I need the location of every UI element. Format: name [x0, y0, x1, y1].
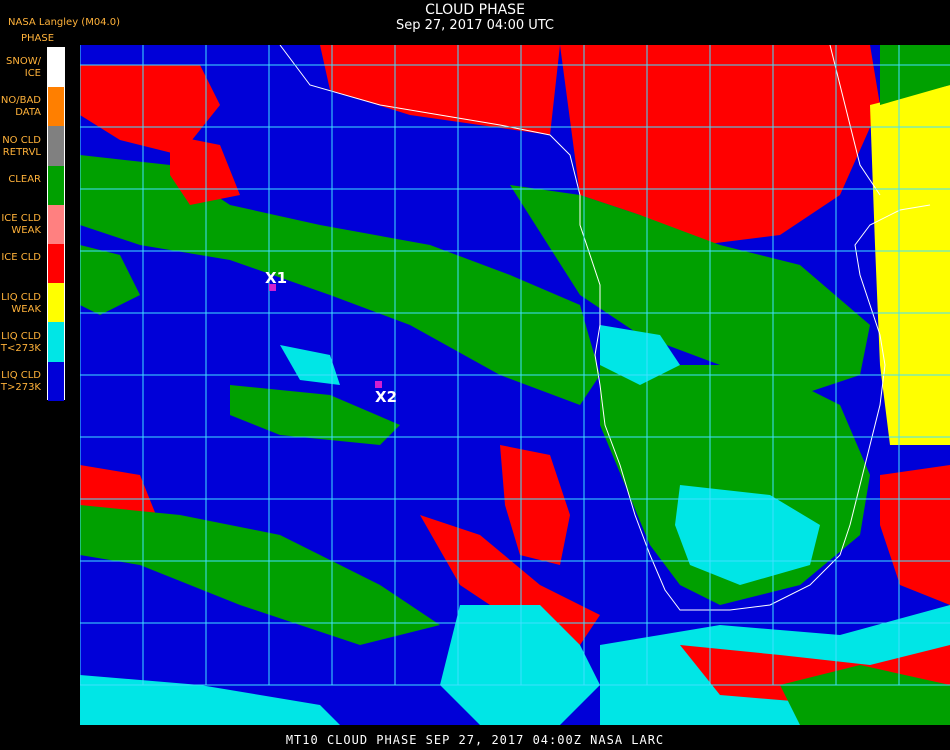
- cloud-region: [80, 675, 340, 725]
- legend-line1: CLEAR: [8, 173, 41, 185]
- marker-x1-point: [269, 284, 276, 291]
- legend-swatch: [48, 243, 64, 284]
- legend-color-bar: [47, 47, 65, 401]
- legend-line2: RETRVL: [2, 146, 41, 158]
- legend-line1: NO CLD: [2, 134, 41, 146]
- cloud-region: [80, 245, 140, 315]
- image-footer: MT10 CLOUD PHASE SEP 27, 2017 04:00Z NAS…: [285, 733, 665, 747]
- legend-line2: T<273K: [0, 343, 41, 355]
- satellite-map: X1 X2: [80, 45, 950, 725]
- legend-swatch: [48, 165, 64, 205]
- map-title: CLOUD PHASE: [425, 2, 525, 18]
- legend-line2: WEAK: [11, 303, 41, 315]
- legend-line1: LIQ CLD: [1, 370, 41, 382]
- legend-swatch: [48, 126, 64, 166]
- producer-credit: NASA Langley (M04.0): [8, 17, 120, 28]
- legend-swatch: [48, 87, 64, 127]
- legend-line1: LIQ CLD: [1, 331, 41, 343]
- legend-line2: T>273K: [0, 382, 41, 394]
- legend-line1: LIQ CLD: [1, 291, 41, 303]
- cloud-region: [320, 45, 560, 135]
- legend-line1: ICE CLD: [1, 213, 41, 225]
- legend-line2: ICE: [24, 68, 41, 79]
- cloud-phase-image: [80, 45, 950, 725]
- legend-line1: SNOW/: [6, 56, 41, 67]
- legend-line1: ICE CLD: [1, 252, 41, 264]
- legend-line1: NO/BAD: [0, 95, 41, 107]
- marker-x2-point: [375, 381, 382, 388]
- cloud-region: [80, 505, 440, 645]
- legend-swatch: [48, 361, 64, 401]
- map-timestamp: Sep 27, 2017 04:00 UTC: [395, 18, 555, 33]
- cloud-region: [280, 345, 340, 385]
- cloud-region: [500, 445, 570, 565]
- cloud-region: [880, 465, 950, 605]
- legend-line2: WEAK: [11, 225, 41, 237]
- legend-title: PHASE: [21, 33, 55, 44]
- legend-swatch: [48, 204, 64, 244]
- legend-line2: DATA: [15, 107, 41, 119]
- marker-x2-label: X2: [375, 388, 398, 406]
- legend-swatch: [48, 48, 64, 88]
- legend-swatch: [48, 322, 64, 362]
- legend-swatch: [48, 283, 64, 323]
